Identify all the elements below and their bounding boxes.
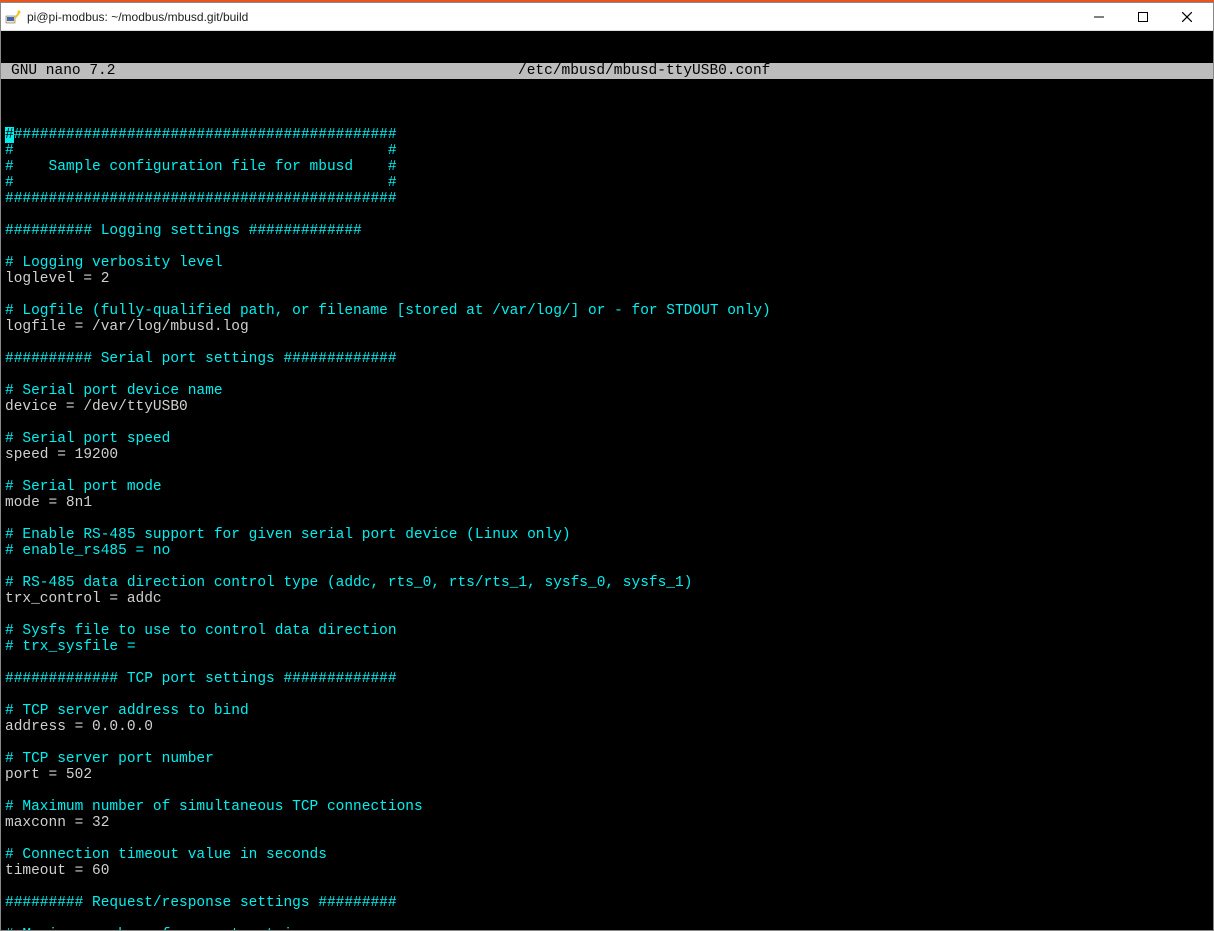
editor-line: port = 502	[5, 767, 1209, 783]
editor-line	[5, 911, 1209, 927]
editor-line	[5, 655, 1209, 671]
editor-line	[5, 415, 1209, 431]
editor-line: # Enable RS-485 support for given serial…	[5, 527, 1209, 543]
putty-icon	[5, 9, 21, 25]
close-button[interactable]	[1165, 4, 1209, 30]
editor-line: ########################################…	[5, 127, 1209, 143]
minimize-button[interactable]	[1077, 4, 1121, 30]
editor-line: # TCP server port number	[5, 751, 1209, 767]
window-frame: pi@pi-modbus: ~/modbus/mbusd.git/build G…	[0, 2, 1214, 931]
editor-line: address = 0.0.0.0	[5, 719, 1209, 735]
editor-line: # Maximum number of request retries	[5, 927, 1209, 930]
cursor: #	[5, 127, 14, 143]
editor-line: # Serial port speed	[5, 431, 1209, 447]
titlebar[interactable]: pi@pi-modbus: ~/modbus/mbusd.git/build	[1, 3, 1213, 31]
editor-line: # RS-485 data direction control type (ad…	[5, 575, 1209, 591]
editor-line: # Connection timeout value in seconds	[5, 847, 1209, 863]
editor-line: # Serial port mode	[5, 479, 1209, 495]
editor-line: loglevel = 2	[5, 271, 1209, 287]
editor-line	[5, 367, 1209, 383]
editor-line	[5, 687, 1209, 703]
nano-filename: /etc/mbusd/mbusd-ttyUSB0.conf	[115, 63, 1173, 79]
terminal[interactable]: GNU nano 7.2 /etc/mbusd/mbusd-ttyUSB0.co…	[1, 31, 1213, 930]
editor-line	[5, 463, 1209, 479]
editor-line: ######### Request/response settings ####…	[5, 895, 1209, 911]
editor-line: ############# TCP port settings ########…	[5, 671, 1209, 687]
editor-line	[5, 511, 1209, 527]
editor-line	[5, 879, 1209, 895]
editor-line	[5, 287, 1209, 303]
editor-line: ########## Serial port settings ########…	[5, 351, 1209, 367]
nano-app-name: GNU nano 7.2	[1, 63, 115, 79]
close-icon	[1182, 12, 1192, 22]
window-title: pi@pi-modbus: ~/modbus/mbusd.git/build	[27, 10, 248, 24]
editor-line: # Sample configuration file for mbusd #	[5, 159, 1209, 175]
editor-line: # Logfile (fully-qualified path, or file…	[5, 303, 1209, 319]
editor-line: maxconn = 32	[5, 815, 1209, 831]
editor-line	[5, 239, 1209, 255]
editor-line: timeout = 60	[5, 863, 1209, 879]
editor-line	[5, 831, 1209, 847]
editor-line: # Maximum number of simultaneous TCP con…	[5, 799, 1209, 815]
nano-header: GNU nano 7.2 /etc/mbusd/mbusd-ttyUSB0.co…	[1, 63, 1213, 79]
maximize-icon	[1138, 12, 1148, 22]
editor-body[interactable]: ########################################…	[5, 127, 1209, 930]
editor-line: # Serial port device name	[5, 383, 1209, 399]
editor-line: # Logging verbosity level	[5, 255, 1209, 271]
editor-line: # #	[5, 175, 1209, 191]
editor-line: logfile = /var/log/mbusd.log	[5, 319, 1209, 335]
editor-line: # TCP server address to bind	[5, 703, 1209, 719]
editor-line: trx_control = addc	[5, 591, 1209, 607]
editor-line: ########################################…	[5, 191, 1209, 207]
editor-line: # Sysfs file to use to control data dire…	[5, 623, 1209, 639]
editor-line	[5, 559, 1209, 575]
maximize-button[interactable]	[1121, 4, 1165, 30]
minimize-icon	[1094, 12, 1104, 22]
editor-line	[5, 335, 1209, 351]
editor-line	[5, 607, 1209, 623]
editor-line	[5, 207, 1209, 223]
editor-line	[5, 735, 1209, 751]
editor-line: device = /dev/ttyUSB0	[5, 399, 1209, 415]
editor-line: speed = 19200	[5, 447, 1209, 463]
editor-line: # enable_rs485 = no	[5, 543, 1209, 559]
editor-line	[5, 783, 1209, 799]
editor-line: # trx_sysfile =	[5, 639, 1209, 655]
editor-line: ########## Logging settings ############…	[5, 223, 1209, 239]
editor-line: # #	[5, 143, 1209, 159]
editor-line: mode = 8n1	[5, 495, 1209, 511]
